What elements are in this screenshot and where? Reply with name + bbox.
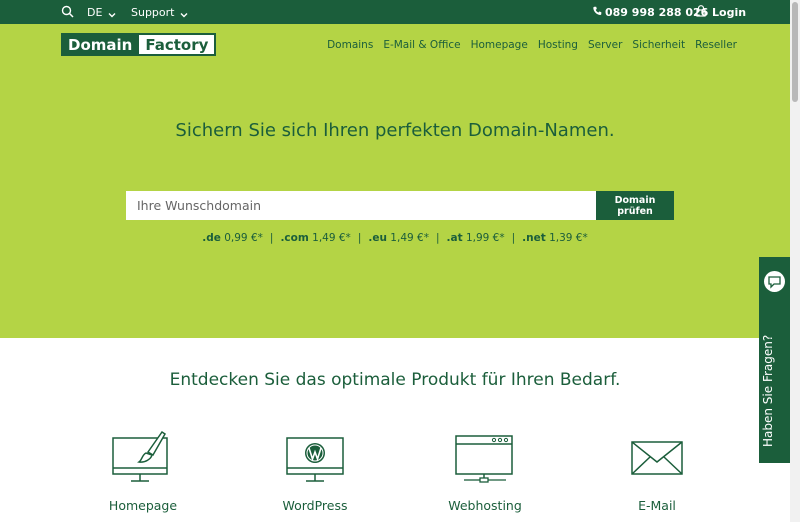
tld-label: .com (280, 232, 309, 244)
tld-label: .de (202, 232, 221, 244)
language-selector[interactable]: DE (87, 6, 116, 19)
nav-item-homepage[interactable]: Homepage (471, 39, 528, 51)
nav-item-server[interactable]: Server (588, 39, 622, 51)
domain-search: Domain prüfen (126, 191, 674, 220)
product-email[interactable]: E-Mail (592, 428, 722, 513)
tld-label: .eu (368, 232, 387, 244)
price-item[interactable]: .de 0,99 €* (202, 232, 263, 244)
lock-icon (696, 5, 706, 20)
nav-item-hosting[interactable]: Hosting (538, 39, 578, 51)
tld-price: 1,99 €* (465, 232, 505, 244)
chevron-down-icon (108, 9, 116, 17)
price-item[interactable]: .com 1,49 €* (280, 232, 350, 244)
tld-label: .at (446, 232, 463, 244)
chevron-down-icon (180, 9, 188, 17)
product-label: E-Mail (638, 498, 676, 513)
price-item[interactable]: .net 1,39 €* (522, 232, 588, 244)
search-icon[interactable] (61, 5, 74, 18)
logo-part-factory: Factory (139, 33, 217, 56)
product-label: Webhosting (448, 498, 522, 513)
chat-bubble-icon (764, 271, 785, 292)
envelope-icon (631, 441, 683, 475)
product-label: Homepage (108, 498, 178, 513)
domain-search-input[interactable] (126, 191, 596, 220)
price-separator: | (511, 232, 516, 244)
price-separator: | (357, 232, 362, 244)
support-label: Support (131, 6, 175, 19)
nav-item-reseller[interactable]: Reseller (695, 39, 737, 51)
price-separator: | (269, 232, 274, 244)
support-menu[interactable]: Support (131, 6, 188, 19)
nav-item-email-office[interactable]: E-Mail & Office (383, 39, 460, 51)
phone-link[interactable]: 089 998 288 026 (593, 6, 708, 19)
wordpress-monitor-icon (286, 437, 344, 482)
domain-check-button[interactable]: Domain prüfen (596, 191, 674, 220)
hero-headline: Sichern Sie sich Ihren perfekten Domain-… (175, 120, 615, 141)
questions-label: Haben Sie Fragen? (761, 334, 775, 447)
nav-item-domains[interactable]: Domains (327, 39, 373, 51)
phone-icon (593, 6, 602, 19)
phone-number: 089 998 288 026 (605, 6, 709, 19)
tld-price: 0,99 €* (224, 232, 263, 244)
tld-price: 1,49 €* (390, 232, 429, 244)
nav-item-sicherheit[interactable]: Sicherheit (632, 39, 685, 51)
products-title: Entdecken Sie das optimale Produkt für I… (169, 370, 621, 390)
page-scrollbar[interactable] (790, 0, 800, 522)
tld-price: 1,49 €* (312, 232, 351, 244)
hero-section: Domain Factory Domains E-Mail & Office H… (0, 24, 790, 338)
logo[interactable]: Domain Factory (61, 33, 217, 56)
price-item[interactable]: .at 1,99 €* (447, 232, 505, 244)
login-label: Login (712, 6, 747, 19)
questions-widget[interactable]: Haben Sie Fragen? (759, 257, 790, 463)
product-wordpress[interactable]: WordPress (250, 428, 380, 513)
price-item[interactable]: .eu 1,49 €* (368, 232, 429, 244)
tld-price-list: .de 0,99 €* | .com 1,49 €* | .eu 1,49 €* | .at… (0, 232, 790, 244)
product-homepage[interactable]: Homepage (78, 428, 208, 513)
tld-label: .net (522, 232, 546, 244)
main-nav: Domains E-Mail & Office Homepage Hosting… (327, 39, 737, 51)
login-link[interactable]: Login (696, 5, 746, 20)
product-webhosting[interactable]: Webhosting (420, 428, 550, 513)
browser-window-icon (455, 435, 513, 483)
product-label: WordPress (282, 498, 348, 513)
price-separator: | (435, 232, 440, 244)
homepage-monitor-brush-icon (112, 430, 168, 482)
logo-part-domain: Domain (61, 33, 140, 56)
top-bar: DE Support 089 998 288 026 Login (0, 0, 790, 24)
language-label: DE (87, 6, 103, 19)
tld-price: 1,39 €* (549, 232, 588, 244)
scrollbar-thumb[interactable] (792, 2, 798, 102)
